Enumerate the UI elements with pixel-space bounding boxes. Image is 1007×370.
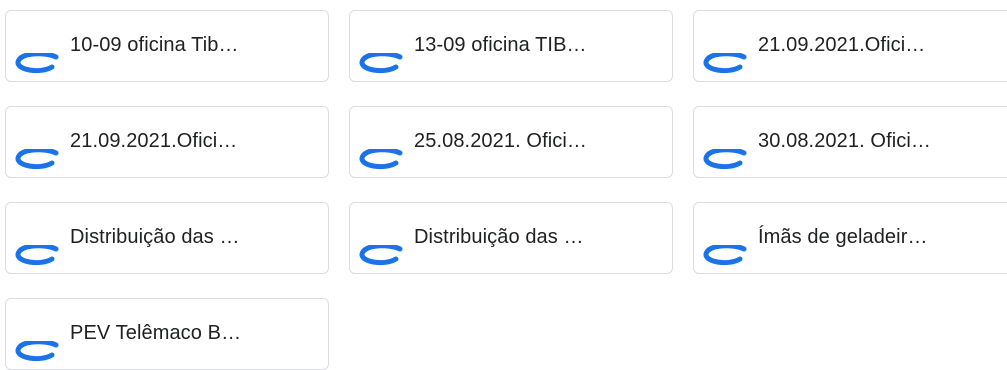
file-arc-icon: [700, 245, 750, 267]
file-name: PEV Telêmaco B…: [70, 322, 242, 344]
file-name: 30.08.2021. Ofici…: [758, 130, 932, 152]
file-card[interactable]: 13-09 oficina TIB…: [349, 10, 673, 82]
file-name: 25.08.2021. Ofici…: [414, 130, 588, 152]
file-card[interactable]: Distribuição das …: [349, 202, 673, 274]
file-name: 13-09 oficina TIB…: [414, 34, 587, 56]
file-name: Distribuição das …: [70, 226, 240, 248]
file-arc-icon: [356, 245, 406, 267]
file-card[interactable]: 25.08.2021. Ofici…: [349, 106, 673, 178]
file-arc-icon: [700, 149, 750, 171]
file-arc-icon: [12, 149, 62, 171]
file-card[interactable]: 21.09.2021.Ofici…: [693, 10, 1007, 82]
file-name: 21.09.2021.Ofici…: [70, 130, 238, 152]
file-card[interactable]: 30.08.2021. Ofici…: [693, 106, 1007, 178]
file-card[interactable]: Distribuição das …: [5, 202, 329, 274]
file-name: 10-09 oficina Tib…: [70, 34, 239, 56]
file-name: Ímãs de geladeir…: [758, 226, 928, 248]
file-name: Distribuição das …: [414, 226, 584, 248]
file-card[interactable]: PEV Telêmaco B…: [5, 298, 329, 370]
file-arc-icon: [356, 53, 406, 75]
file-arc-icon: [700, 53, 750, 75]
file-arc-icon: [12, 341, 62, 363]
file-name: 21.09.2021.Ofici…: [758, 34, 926, 56]
file-card[interactable]: 21.09.2021.Ofici…: [5, 106, 329, 178]
file-card[interactable]: Ímãs de geladeir…: [693, 202, 1007, 274]
file-arc-icon: [356, 149, 406, 171]
file-arc-icon: [12, 245, 62, 267]
file-card[interactable]: 10-09 oficina Tib…: [5, 10, 329, 82]
file-arc-icon: [12, 53, 62, 75]
